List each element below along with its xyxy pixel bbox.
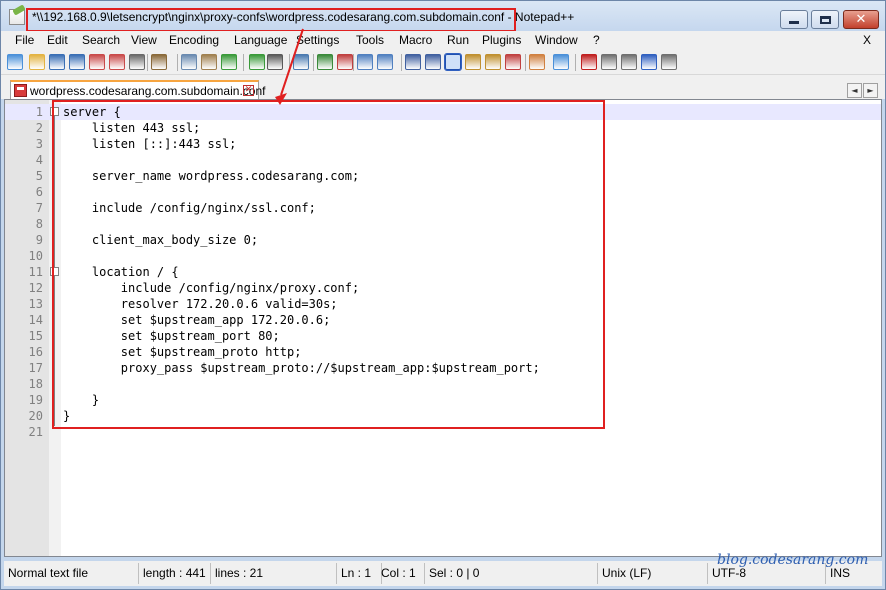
line-number: 7 xyxy=(35,201,43,215)
save-macro-icon[interactable] xyxy=(661,54,677,70)
run-macro-multiple-icon[interactable] xyxy=(641,54,657,70)
copy-icon[interactable] xyxy=(181,54,197,70)
line-number: 16 xyxy=(28,345,43,359)
unsaved-document-icon xyxy=(14,84,27,97)
line-number: 20 xyxy=(28,409,43,423)
toolbar-separator xyxy=(401,54,402,71)
line-number: 14 xyxy=(28,313,43,327)
zoom-out-icon[interactable] xyxy=(337,54,353,70)
toolbar-separator xyxy=(147,54,148,71)
menu-plugins[interactable]: Plugins xyxy=(482,33,521,47)
tab-label: wordpress.codesarang.com.subdomain.conf xyxy=(30,84,266,98)
folder-workspace-icon[interactable] xyxy=(529,54,545,70)
notepad-app-icon xyxy=(9,9,25,25)
line-number: 15 xyxy=(28,329,43,343)
zoom-in-icon[interactable] xyxy=(317,54,333,70)
play-macro-icon[interactable] xyxy=(621,54,637,70)
line-number: 3 xyxy=(35,137,43,151)
status-col: Col : 1 xyxy=(377,563,425,584)
user-language-icon[interactable] xyxy=(465,54,481,70)
annotation-arrow xyxy=(275,28,304,105)
indent-guide-icon[interactable] xyxy=(444,53,462,71)
notepad-plus-plus-window: *\\192.168.0.9\letsencrypt\nginx\proxy-c… xyxy=(0,0,886,590)
paste-icon[interactable] xyxy=(201,54,217,70)
save-icon[interactable] xyxy=(49,54,65,70)
minimize-icon xyxy=(789,21,799,24)
close-window-button[interactable]: ✕ xyxy=(843,10,879,29)
toolbar-separator xyxy=(575,54,576,71)
tab-bar: wordpress.codesarang.com.subdomain.conf … xyxy=(1,75,885,100)
menu-search[interactable]: Search xyxy=(82,33,120,47)
status-ln: Ln : 1 xyxy=(337,563,382,584)
line-number: 8 xyxy=(35,217,43,231)
maximize-button[interactable] xyxy=(811,10,839,29)
tab-active-document[interactable]: wordpress.codesarang.com.subdomain.conf … xyxy=(10,80,265,100)
menu-tools[interactable]: Tools xyxy=(356,33,384,47)
menu-encoding[interactable]: Encoding xyxy=(169,33,219,47)
menu-macro[interactable]: Macro xyxy=(399,33,432,47)
tab-close-icon[interactable]: ✕ xyxy=(243,85,254,96)
sync-vertical-icon[interactable] xyxy=(357,54,373,70)
toolbar-separator xyxy=(177,54,178,71)
toolbar-separator xyxy=(525,54,526,71)
word-wrap-icon[interactable] xyxy=(405,54,421,70)
line-number: 19 xyxy=(28,393,43,407)
sync-horizontal-icon[interactable] xyxy=(377,54,393,70)
open-file-icon[interactable] xyxy=(29,54,45,70)
toolbar-separator xyxy=(313,54,314,71)
function-list-icon[interactable] xyxy=(505,54,521,70)
close-all-icon[interactable] xyxy=(109,54,125,70)
undo-icon[interactable] xyxy=(221,54,237,70)
new-file-icon[interactable] xyxy=(7,54,23,70)
toolbar xyxy=(1,50,885,75)
minimize-button[interactable] xyxy=(780,10,808,29)
document-map-icon[interactable] xyxy=(485,54,501,70)
record-macro-icon[interactable] xyxy=(581,54,597,70)
status-sel: Sel : 0 | 0 xyxy=(425,563,598,584)
line-number: 12 xyxy=(28,281,43,295)
menu-file[interactable]: File xyxy=(15,33,34,47)
save-all-icon[interactable] xyxy=(69,54,85,70)
close-icon: ✕ xyxy=(855,12,867,27)
toolbar-separator xyxy=(353,54,354,71)
line-number: 6 xyxy=(35,185,43,199)
line-number: 9 xyxy=(35,233,43,247)
toolbar-separator xyxy=(243,54,244,71)
tab-scroll-left-icon[interactable]: ◄ xyxy=(847,83,862,98)
status-file-type: Normal text file xyxy=(4,563,139,584)
show-all-chars-icon[interactable] xyxy=(425,54,441,70)
close-icon[interactable] xyxy=(89,54,105,70)
line-number: 5 xyxy=(35,169,43,183)
line-number: 1 xyxy=(35,105,43,119)
status-length: length : 441 xyxy=(139,563,211,584)
menu-view[interactable]: View xyxy=(131,33,157,47)
line-number: 11 xyxy=(28,265,43,279)
menu-run[interactable]: Run xyxy=(447,33,469,47)
line-number: 4 xyxy=(35,153,43,167)
status-eol[interactable]: Unix (LF) xyxy=(598,563,708,584)
watermark: blog.codesarang.com xyxy=(717,552,869,568)
menu-edit[interactable]: Edit xyxy=(47,33,68,47)
title-bar[interactable]: *\\192.168.0.9\letsencrypt\nginx\proxy-c… xyxy=(1,1,885,32)
menu-help[interactable]: ? xyxy=(593,33,600,47)
print-icon[interactable] xyxy=(129,54,145,70)
redo-icon[interactable] xyxy=(249,54,265,70)
line-number: 13 xyxy=(28,297,43,311)
line-number: 10 xyxy=(28,249,43,263)
line-number: 21 xyxy=(28,425,43,439)
line-number: 18 xyxy=(28,377,43,391)
close-document-button[interactable]: X xyxy=(863,33,871,47)
menu-window[interactable]: Window xyxy=(535,33,578,47)
line-number: 2 xyxy=(35,121,43,135)
stop-record-icon[interactable] xyxy=(601,54,617,70)
monitoring-icon[interactable] xyxy=(553,54,569,70)
code-block-highlight xyxy=(52,100,605,429)
line-number: 17 xyxy=(28,361,43,375)
menu-bar: File Edit Search View Encoding Language … xyxy=(1,31,885,50)
maximize-icon xyxy=(819,15,831,24)
editor-pane[interactable]: 1 server {2 listen 443 ssl; 3 listen [::]:… xyxy=(4,99,882,557)
status-lines: lines : 21 xyxy=(211,563,337,584)
cut-icon[interactable] xyxy=(151,54,167,70)
tab-scroll-right-icon[interactable]: ► xyxy=(863,83,878,98)
